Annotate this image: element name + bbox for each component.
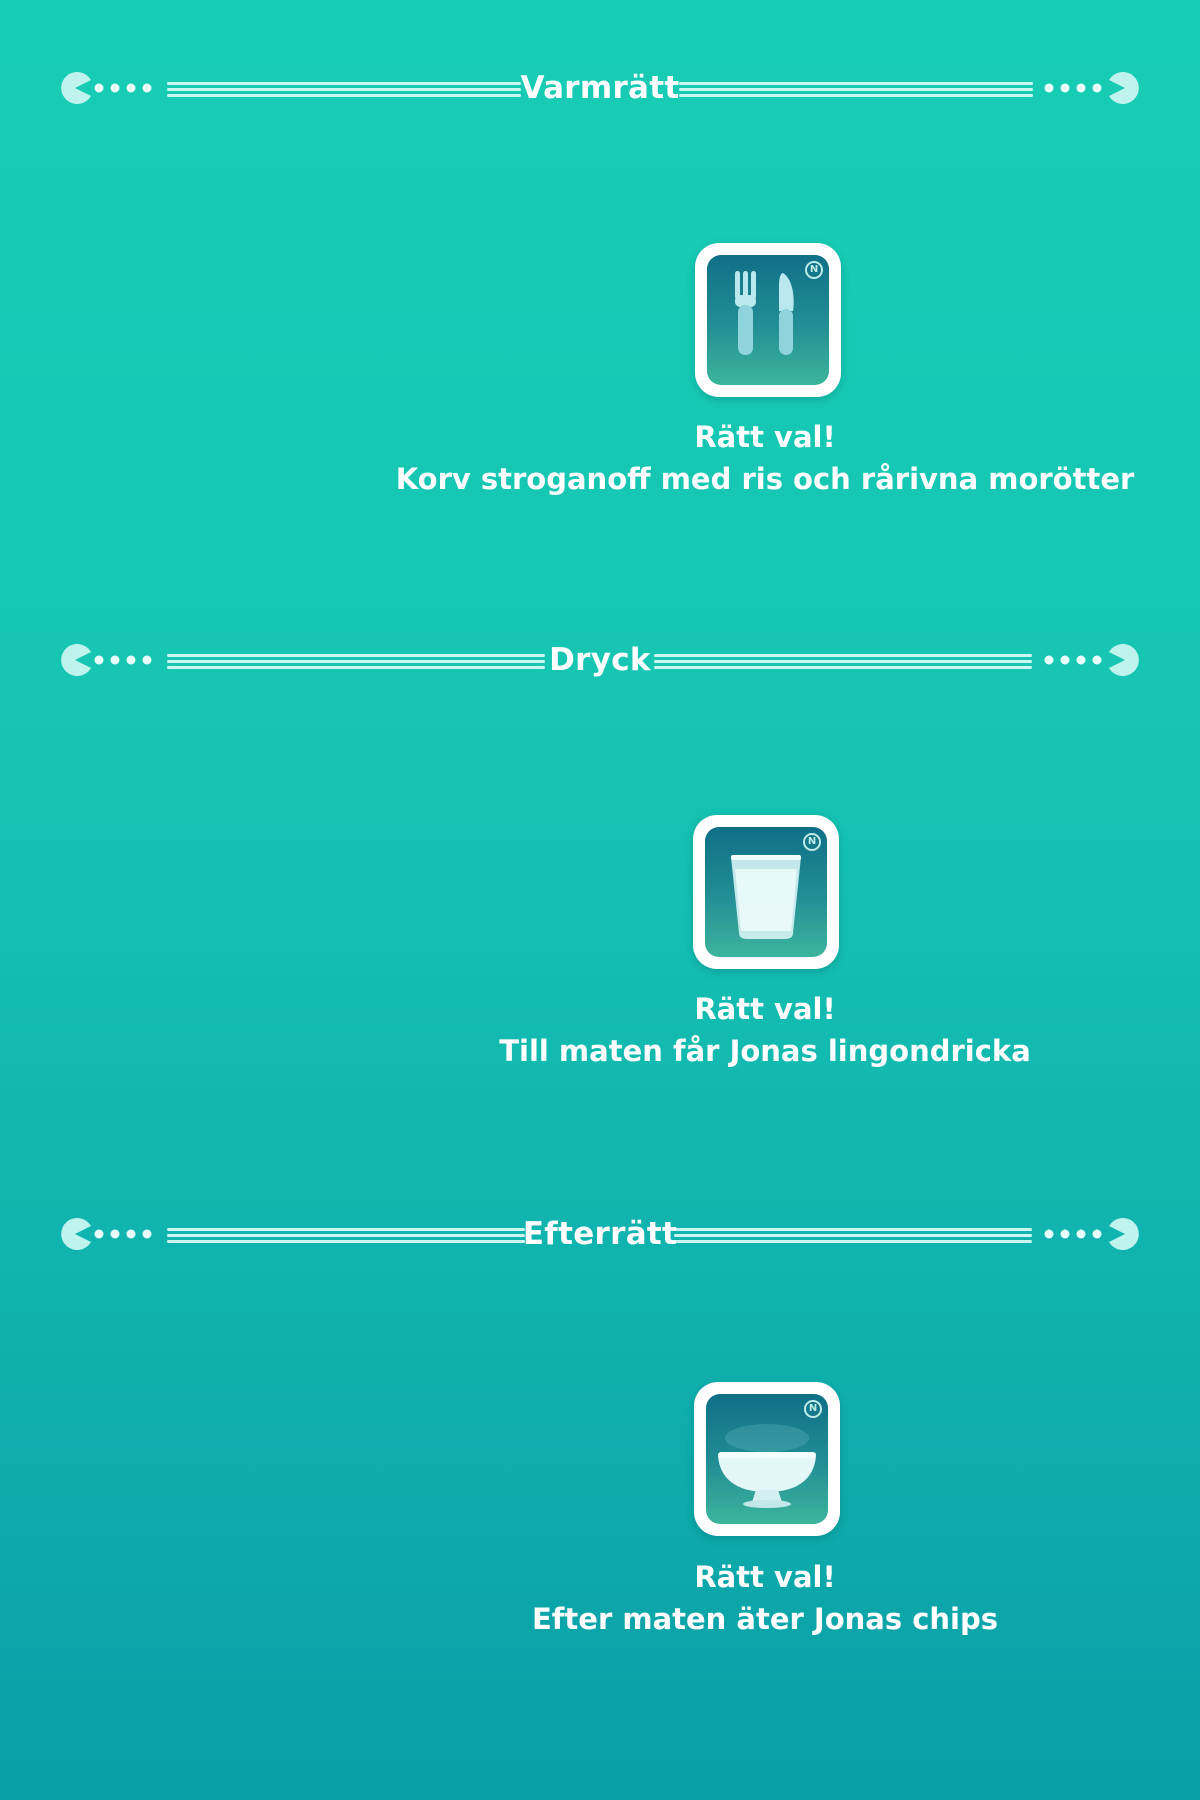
result-heading: Rätt val! bbox=[694, 992, 836, 1026]
result-text: Till maten får Jonas lingondricka bbox=[499, 1034, 1031, 1068]
section-title: Dryck bbox=[549, 642, 651, 678]
section-title: Varmrätt bbox=[520, 70, 680, 106]
nutrition-badge-icon: N bbox=[804, 1400, 822, 1418]
result-message: Rätt val! Till maten får Jonas lingondri… bbox=[365, 988, 1165, 1072]
result-text: Efter maten äter Jonas chips bbox=[532, 1602, 998, 1636]
dessert-card[interactable]: N bbox=[694, 1382, 840, 1536]
result-message: Rätt val! Korv stroganoff med ris och rå… bbox=[365, 416, 1165, 500]
card-icon-area: N bbox=[705, 827, 827, 957]
dish-card[interactable]: N bbox=[695, 243, 841, 397]
result-message: Rätt val! Efter maten äter Jonas chips bbox=[365, 1556, 1165, 1640]
result-text: Korv stroganoff med ris och rårivna morö… bbox=[395, 462, 1135, 496]
section-title: Efterrätt bbox=[522, 1216, 678, 1252]
card-icon-area: N bbox=[706, 1394, 828, 1524]
nutrition-badge-icon: N bbox=[805, 261, 823, 279]
nutrition-badge-icon: N bbox=[803, 833, 821, 851]
drink-card[interactable]: N bbox=[693, 815, 839, 969]
card-icon-area: N bbox=[707, 255, 829, 385]
section-divider: Dryck bbox=[0, 630, 1200, 690]
result-heading: Rätt val! bbox=[694, 420, 836, 454]
section-divider: Efterrätt bbox=[0, 1204, 1200, 1264]
section-divider: Varmrätt bbox=[0, 58, 1200, 118]
result-heading: Rätt val! bbox=[694, 1560, 836, 1594]
